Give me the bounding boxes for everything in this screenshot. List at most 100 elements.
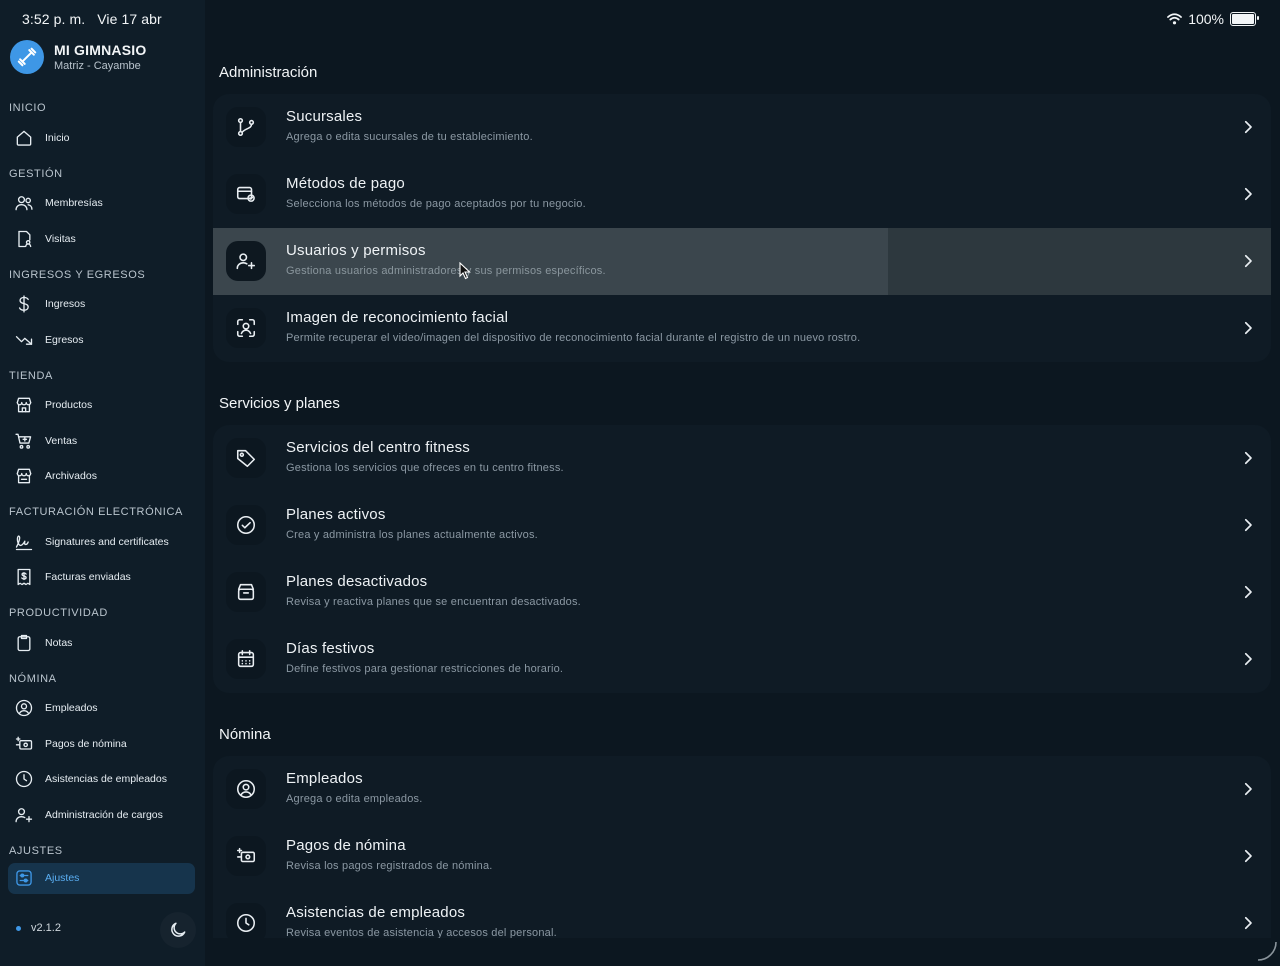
status-bar: 3:52 p. m. Vie 17 abr 100% <box>0 0 1280 38</box>
row-text: Métodos de pago Selecciona los métodos de… <box>286 175 586 210</box>
sidebar-item-label: Administración de cargos <box>45 808 163 821</box>
sidebar-item-membresias[interactable]: Membresías <box>0 186 205 222</box>
version-indicator: v2.1.2 <box>16 922 61 934</box>
sidebar-item-notas[interactable]: Notas <box>0 625 205 661</box>
sidebar-item-label: Archivados <box>45 470 97 483</box>
sidebar-item-signatures-and-certificates[interactable]: Signatures and certificates <box>0 524 205 560</box>
check-circle-icon <box>236 515 256 535</box>
settings-card-servicios-y-planes: Servicios del centro fitness Gestiona los… <box>213 425 1271 693</box>
row-icon-container <box>226 836 266 876</box>
row-text: Planes activos Crea y administra los plan… <box>286 506 538 541</box>
sidebar-item-label: Ingresos <box>45 298 86 311</box>
battery-fill <box>1232 14 1254 24</box>
row-title: Empleados <box>286 770 363 787</box>
settings-row-planes-desactivados[interactable]: Planes desactivados Revisa y reactiva pla… <box>213 559 1271 626</box>
row-title: Asistencias de empleados <box>286 904 466 921</box>
battery-icon <box>1230 12 1259 26</box>
archive-icon <box>237 583 255 601</box>
settings-card-nomina: Empleados Agrega o edita empleados. Pagos … <box>213 756 1271 938</box>
sidebar-item-administracion-de-cargos[interactable]: Administración de cargos <box>0 797 205 833</box>
settings-row-empleados[interactable]: Empleados Agrega o edita empleados. <box>213 756 1271 823</box>
sidebar-item-label: Pagos de nómina <box>45 737 127 750</box>
store-icon <box>16 397 32 413</box>
row-description: Gestiona usuarios administradores y sus … <box>286 265 606 277</box>
sidebar-item-label: Egresos <box>45 333 84 346</box>
sidebar-item-ajustes[interactable]: Ajustes <box>8 862 195 894</box>
row-description: Gestiona los servicios que ofreces en tu… <box>286 462 564 474</box>
sidebar-item-label: Signatures and certificates <box>45 535 169 548</box>
settings-icon <box>16 870 32 886</box>
settings-row-metodos-de-pago[interactable]: Métodos de pago Selecciona los métodos de… <box>213 161 1271 228</box>
row-description: Permite recuperar el video/imagen del di… <box>286 332 861 344</box>
sidebar-item-ventas[interactable]: Ventas <box>0 423 205 459</box>
row-text: Sucursales Agrega o edita sucursales de t… <box>286 108 533 143</box>
status-dot <box>16 925 21 931</box>
sidebar-item-empleados[interactable]: Empleados <box>0 691 205 727</box>
row-title: Días festivos <box>286 640 375 657</box>
row-icon-container <box>226 639 266 679</box>
sidebar-item-inicio[interactable]: Inicio <box>0 120 205 156</box>
brand-header[interactable]: MI GIMNASIO Matriz - Cayambe <box>10 40 146 74</box>
app-screen: 3:52 p. m. Vie 17 abr 100% MI GIMNASIO M… <box>0 0 1280 966</box>
resize-corner-icon <box>1257 941 1277 961</box>
chevron-right-icon <box>1244 187 1252 201</box>
settings-row-planes-activos[interactable]: Planes activos Crea y administra los plan… <box>213 492 1271 559</box>
settings-row-imagen-de-reconocimiento-facial[interactable]: Imagen de reconocimiento facial Permite r… <box>213 295 1271 362</box>
clipboard-icon <box>17 634 31 651</box>
row-description: Selecciona los métodos de pago aceptados… <box>286 198 586 210</box>
status-time: 3:52 p. m. Vie 17 abr <box>22 11 162 27</box>
home-icon <box>16 130 32 146</box>
chevron-right-icon <box>1244 652 1252 666</box>
user-plus-icon <box>236 253 256 270</box>
chevron-right-icon <box>1244 451 1252 465</box>
row-description: Revisa los pagos registrados de nómina. <box>286 860 493 872</box>
sidebar-section-ajustes: AJUSTES <box>9 844 63 857</box>
user-circle-icon <box>236 779 256 799</box>
settings-row-usuarios-y-permisos[interactable]: Usuarios y permisos Gestiona usuarios adm… <box>213 228 1271 295</box>
payment-method-icon <box>236 186 255 202</box>
sidebar-item-label: Inicio <box>45 131 70 144</box>
sidebar-item-archivados[interactable]: Archivados <box>0 459 205 495</box>
battery-text: 100% <box>1188 11 1224 27</box>
brand-name: MI GIMNASIO <box>54 42 147 58</box>
sidebar-item-egresos[interactable]: Egresos <box>0 322 205 358</box>
settings-row-pagos-de-nomina[interactable]: Pagos de nómina Revisa los pagos registra… <box>213 823 1271 890</box>
sidebar-item-asistencias-de-empleados[interactable]: Asistencias de empleados <box>0 762 205 798</box>
settings-row-dias-festivos[interactable]: Días festivos Define festivos para gestio… <box>213 626 1271 693</box>
sidebar-section-nomina: NÓMINA <box>9 672 57 685</box>
row-description: Revisa eventos de asistencia y accesos d… <box>286 927 557 938</box>
sidebar-item-label: Notas <box>45 636 73 649</box>
sidebar-item-productos[interactable]: Productos <box>0 388 205 424</box>
visit-icon <box>18 230 32 247</box>
sidebar-section-gestion: GESTIÓN <box>9 167 63 180</box>
archive-store-icon <box>16 468 32 484</box>
users-icon <box>15 196 33 211</box>
sidebar-item-label: Ventas <box>45 434 78 447</box>
version-text: v2.1.2 <box>31 922 61 934</box>
moon-icon <box>171 922 186 937</box>
sidebar-item-ingresos[interactable]: Ingresos <box>0 287 205 323</box>
row-title: Métodos de pago <box>286 175 405 192</box>
user-plus-icon <box>15 807 33 823</box>
group-title-nomina: Nómina <box>219 726 271 743</box>
sidebar-item-facturas-enviadas[interactable]: Facturas enviadas <box>0 560 205 596</box>
row-title: Servicios del centro fitness <box>286 439 471 456</box>
sidebar-section-productividad: PRODUCTIVIDAD <box>9 607 108 619</box>
row-icon-container <box>226 308 266 348</box>
row-text: Planes desactivados Revisa y reactiva pla… <box>286 573 581 608</box>
settings-row-asistencias-de-empleados[interactable]: Asistencias de empleados Revisa eventos d… <box>213 890 1271 938</box>
calendar-icon <box>237 649 255 668</box>
user-circle-icon <box>15 700 33 717</box>
brand-text: MI GIMNASIO Matriz - Cayambe <box>54 42 146 72</box>
settings-row-servicios-del-centro-fitness[interactable]: Servicios del centro fitness Gestiona los… <box>213 425 1271 492</box>
row-text: Servicios del centro fitness Gestiona los… <box>286 439 564 474</box>
row-title: Imagen de reconocimiento facial <box>286 309 509 326</box>
sidebar: MI GIMNASIO Matriz - Cayambe INICIO Inici… <box>0 0 205 966</box>
dark-mode-toggle[interactable] <box>160 912 196 948</box>
clock-text: 3:52 p. m. <box>22 11 86 27</box>
row-title: Usuarios y permisos <box>286 242 426 259</box>
settings-row-sucursales[interactable]: Sucursales Agrega o edita sucursales de t… <box>213 94 1271 161</box>
sidebar-item-pagos-de-nomina[interactable]: Pagos de nómina <box>0 726 205 762</box>
payment-icon <box>236 847 256 863</box>
sidebar-item-visitas[interactable]: Visitas <box>0 221 205 257</box>
